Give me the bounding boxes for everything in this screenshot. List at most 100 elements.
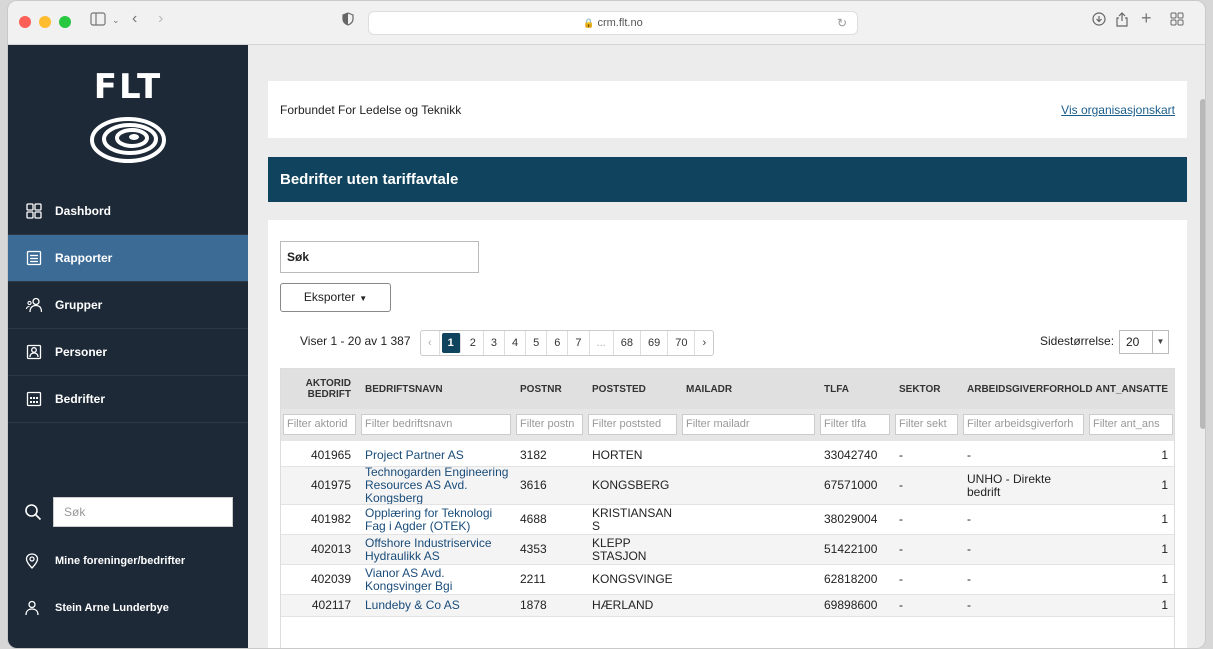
company-link[interactable]: Technogarden Engineering Resources AS Av… [359,467,514,504]
chevron-down-icon[interactable]: ⌄ [112,15,120,26]
shield-icon[interactable] [342,12,354,29]
page-button[interactable]: 69 [641,331,669,355]
next-page-icon[interactable]: › [695,331,713,355]
column-header-tlfa[interactable]: TLFA [818,369,893,409]
filter-input-postnr[interactable]: Filter postn [516,414,583,435]
flt-logo-icon [90,117,166,166]
column-header-mailadr[interactable]: MAILADR [680,369,818,409]
person-card-icon [25,344,42,361]
sidebar-item-label: Dashbord [55,204,112,218]
company-link[interactable]: Offshore Industriservice Hydraulikk AS [359,535,514,564]
forward-icon[interactable]: › [158,10,163,28]
page-size-select[interactable]: 20 ▼ [1119,330,1169,354]
sidebar-item-rapporter[interactable]: Rapporter [8,235,248,282]
table-filter-row: Filter aktorid Filter bedriftsnavn Filter … [281,409,1174,441]
table-cell: 1878 [520,598,547,612]
pagination: ‹ 1 2 3 4 5 6 7 ... 68 69 70 › [420,330,715,356]
page-button[interactable]: 5 [526,331,548,355]
table-cell: 2211 [520,572,546,586]
page-size-value: 20 [1126,335,1140,349]
table-cell: 62818200 [824,572,878,586]
filter-input-aktorid[interactable]: Filter aktorid [283,414,356,435]
search-icon [24,503,42,524]
user-icon [25,600,42,616]
download-icon[interactable] [1092,12,1106,29]
table-row[interactable]: 401975 Technogarden Engineering Resources… [281,467,1174,505]
filter-input-ant-ansatte[interactable]: Filter ant_ans [1089,414,1173,435]
back-icon[interactable]: ‹ [132,10,137,28]
page-button[interactable]: 3 [484,331,506,355]
share-icon[interactable] [1116,12,1128,30]
company-link[interactable]: Lundeby & Co AS [359,595,514,616]
table-cell: - [967,572,971,586]
tab-overview-icon[interactable] [1170,12,1184,29]
column-header-ant-ansatte[interactable]: ANT_ANSATTE [1087,369,1174,409]
column-header-bedriftsnavn[interactable]: BEDRIFTSNAVN [359,369,514,409]
page-button[interactable]: 1 [441,333,461,353]
filter-input-bedriftsnavn[interactable]: Filter bedriftsnavn [361,414,511,435]
address-bar[interactable]: 🔒 crm.flt.no ↻ [368,11,858,35]
browser-titlebar: ⌄ ‹ › 🔒 crm.flt.no ↻ + [8,1,1205,45]
mine-foreninger-link[interactable]: Mine foreninger/bedrifter [8,541,248,581]
reload-icon[interactable]: ↻ [837,12,847,34]
table-row[interactable]: 402013 Offshore Industriservice Hydraulik… [281,535,1174,565]
company-link[interactable]: Project Partner AS [359,445,514,466]
organization-card: Forbundet For Ledelse og Teknikk Vis org… [268,81,1187,138]
column-header-aktorid[interactable]: AKTORID BEDRIFT [281,369,359,409]
column-header-sektor[interactable]: SEKTOR [893,369,961,409]
sidebar-item-bedrifter[interactable]: Bedrifter [8,376,248,423]
filter-input-poststed[interactable]: Filter poststed [588,414,677,435]
table-cell: 402039 [310,572,351,586]
filter-input-arbeidsgiverforhold[interactable]: Filter arbeidsgiverforh [963,414,1084,435]
user-profile-link[interactable]: Stein Arne Lunderbye [8,588,248,628]
table-cell: KLEPP STASJON [592,535,647,563]
zoom-window-button[interactable] [59,16,71,28]
page-button[interactable]: 2 [463,331,484,355]
organization-name: Forbundet For Ledelse og Teknikk [280,103,462,117]
company-link[interactable]: Vianor AS Avd. Kongsvinger Bgi [359,565,514,594]
column-header-arbeidsgiverforhold[interactable]: ARBEIDSGIVERFORHOLD [961,369,1093,409]
column-header-postnr[interactable]: POSTNR [514,369,586,409]
org-chart-link[interactable]: Vis organisasjonskart [1061,103,1175,117]
flt-logo-text: FLT [93,67,163,107]
location-pin-icon [25,553,42,569]
new-tab-icon[interactable]: + [1141,8,1152,29]
filter-input-mailadr[interactable]: Filter mailadr [682,414,815,435]
company-link[interactable]: Opplæring for Teknologi Fag i Agder (OTE… [359,505,514,534]
user-name: Stein Arne Lunderbye [55,602,169,614]
table-cell: - [967,512,971,526]
close-window-button[interactable] [19,16,31,28]
table-cell: 4688 [520,512,547,526]
table-row[interactable]: 402117 Lundeby & Co AS 1878 HÆRLAND 69898600… [281,595,1174,617]
report-search-input[interactable]: Søk [280,241,479,273]
table-row[interactable]: 402039 Vianor AS Avd. Kongsvinger Bgi 2211… [281,565,1174,595]
table-cell: 3182 [520,448,547,462]
table-row[interactable]: 401982 Opplæring for Teknologi Fag i Agde… [281,505,1174,535]
minimize-window-button[interactable] [39,16,51,28]
pagination-summary: Viser 1 - 20 av 1 387 [300,334,411,348]
sidebar-item-dashbord[interactable]: Dashbord [8,188,248,235]
export-button[interactable]: Eksporter ▼ [280,283,391,312]
page-button[interactable]: 68 [614,331,641,355]
table-row[interactable]: 401965 Project Partner AS 3182 HORTEN 330427… [281,445,1174,467]
scrollbar-thumb[interactable] [1200,99,1205,429]
filter-input-sektor[interactable]: Filter sekt [895,414,958,435]
page-button[interactable]: 7 [568,331,590,355]
column-header-poststed[interactable]: POSTSTED [586,369,680,409]
sidebar-item-grupper[interactable]: Grupper [8,282,248,329]
page-button[interactable]: 4 [505,331,527,355]
filter-input-tlfa[interactable]: Filter tlfa [820,414,890,435]
sidebar-toggle-icon[interactable] [90,12,106,29]
page-button[interactable]: 70 [668,331,696,355]
page-scrollbar[interactable] [1199,99,1205,429]
table-cell: 1 [1161,448,1168,462]
group-icon [25,297,42,314]
sidebar-search-input[interactable]: Søk [53,497,233,527]
table-cell: 1 [1161,598,1168,612]
lock-icon: 🔒 [583,18,595,28]
table-cell: KONGSVINGER [592,572,672,586]
previous-page-icon[interactable]: ‹ [421,331,440,355]
sidebar-item-personer[interactable]: Personer [8,329,248,376]
table-cell: 1 [1161,542,1168,556]
page-button[interactable]: 6 [547,331,569,355]
